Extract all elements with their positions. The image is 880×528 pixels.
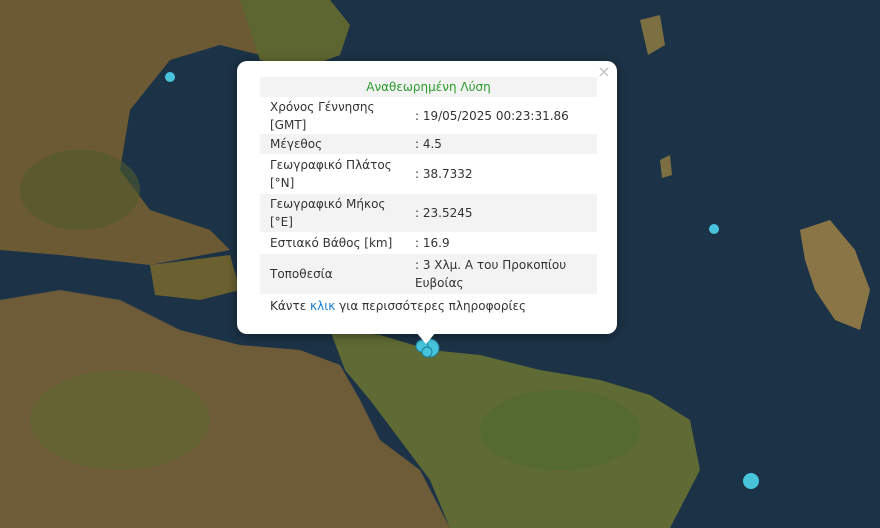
- row-label: Γεωγραφικό Μήκος [°E]: [260, 194, 403, 232]
- row-value: : 38.7332: [415, 167, 473, 181]
- row-label: Γεωγραφικό Πλάτος [°N]: [270, 158, 392, 190]
- popup-title: Αναθεωρημένη Λύση: [260, 77, 597, 97]
- row-value: : 23.5245: [403, 194, 597, 232]
- row-label: Εστιακό Βάθος [km]: [270, 236, 393, 250]
- row-value: : 4.5: [403, 134, 597, 154]
- more-info-link[interactable]: κλικ: [310, 299, 335, 313]
- row-value: : 16.9: [415, 236, 450, 250]
- terrain-patch: [480, 390, 640, 470]
- row-label: Χρόνος Γέννησης [GMT]: [270, 99, 375, 132]
- table-row: Γεωγραφικό Μήκος [°E] : 23.5245: [260, 194, 597, 232]
- table-row: Χρόνος Γέννησης [GMT] : 19/05/2025 00:23…: [260, 97, 597, 134]
- more-info-line: Κάντε κλικ για περισσότερες πληροφορίες: [270, 299, 526, 313]
- table-row: Μέγεθος : 4.5: [260, 134, 597, 154]
- close-icon[interactable]: ×: [597, 64, 611, 80]
- more-info-prefix: Κάντε: [270, 299, 307, 313]
- table-row: Γεωγραφικό Πλάτος [°N] : 38.7332: [260, 154, 597, 194]
- popup-pointer: [416, 332, 436, 344]
- more-info-suffix: για περισσότερες πληροφορίες: [339, 299, 527, 313]
- table-row: Εστιακό Βάθος [km] : 16.9: [260, 232, 597, 254]
- table-row: Τοποθεσία : 3 Χλμ. Α του Προκοπίου Ευβοί…: [260, 254, 597, 294]
- marker-south-east[interactable]: [743, 473, 759, 489]
- earthquake-info-popup: × Αναθεωρημένη Λύση Χρόνος Γέννησης [GMT…: [237, 61, 617, 334]
- marker-north-west[interactable]: [165, 72, 175, 82]
- terrain-patch: [20, 150, 140, 230]
- earthquake-details-table: Χρόνος Γέννησης [GMT] : 19/05/2025 00:23…: [260, 97, 597, 294]
- row-value: : 3 Χλμ. Α του Προκοπίου Ευβοίας: [403, 254, 597, 294]
- terrain-patch: [30, 370, 210, 470]
- row-label: Μέγεθος: [260, 134, 403, 154]
- row-label: Τοποθεσία: [260, 254, 403, 294]
- row-value: : 19/05/2025 00:23:31.86: [415, 108, 569, 123]
- marker-east[interactable]: [709, 224, 719, 234]
